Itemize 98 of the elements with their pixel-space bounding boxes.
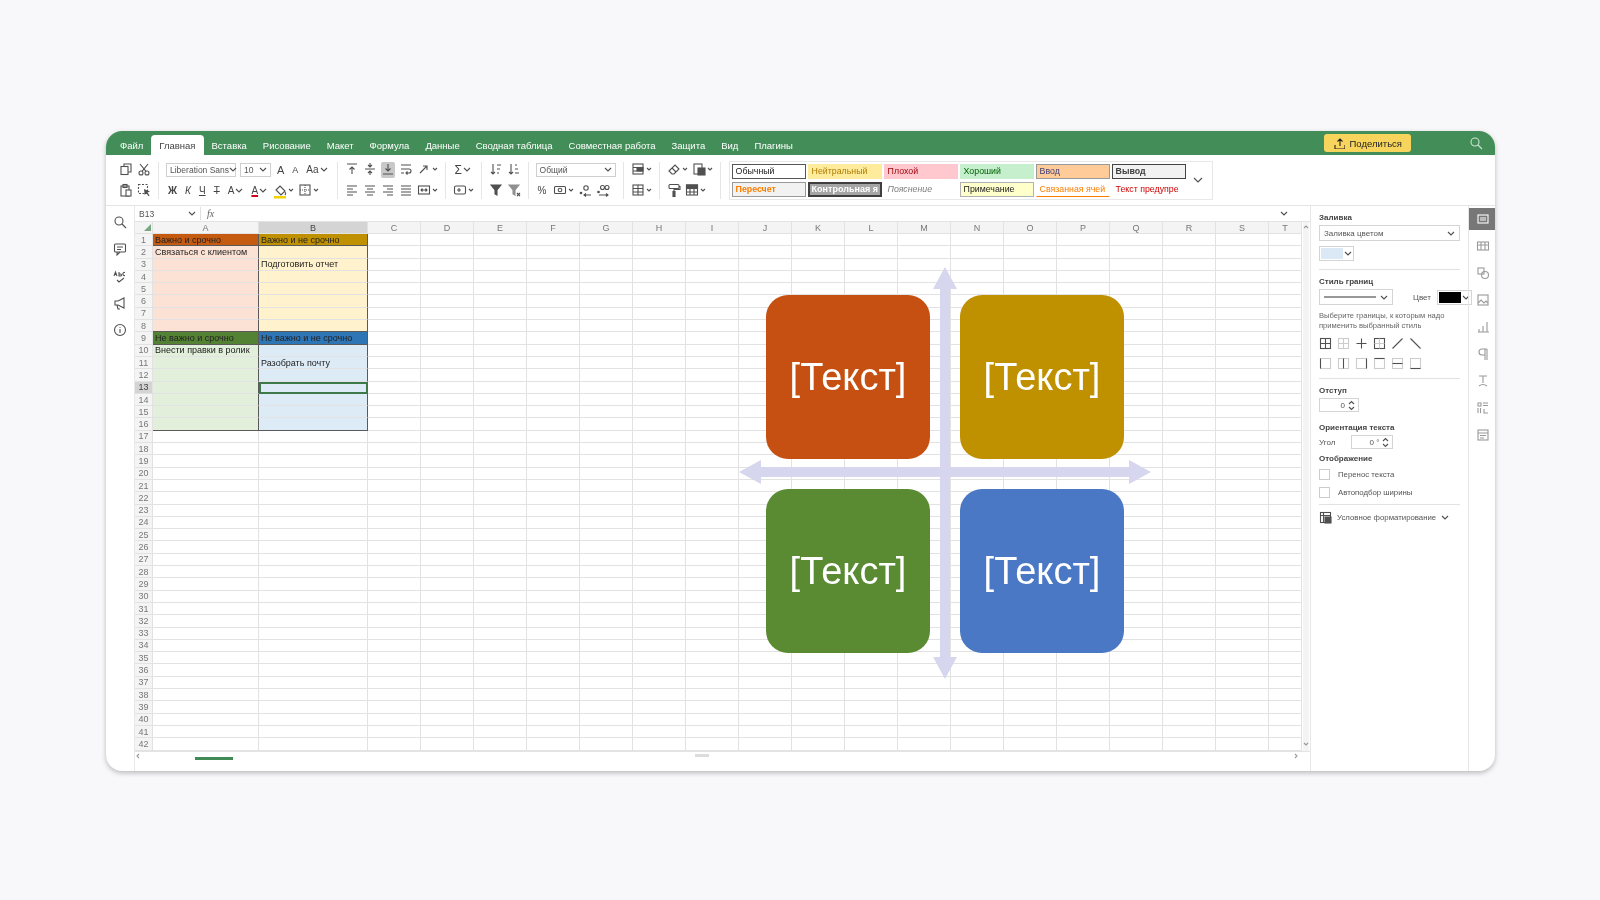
column-header[interactable]: C [368,222,421,234]
row-header[interactable]: 39 [135,701,153,714]
cell-style-option[interactable]: Вывод [1111,163,1186,179]
row-header[interactable]: 29 [135,578,153,591]
table-cell[interactable]: Не важно и срочно [153,332,259,345]
name-box[interactable]: B13 [135,207,201,220]
menu-tab[interactable]: Сводная таблица [467,135,561,155]
menu-tab[interactable]: Вставка [203,135,255,155]
row-header[interactable]: 2 [135,246,153,259]
column-header[interactable]: E [474,222,527,234]
menu-tab[interactable]: Совместная работа [560,135,664,155]
menu-tab[interactable]: Макет [318,135,362,155]
row-header[interactable]: 26 [135,541,153,554]
row-header[interactable]: 8 [135,320,153,333]
fill-type-dropdown[interactable]: Заливка цветом [1319,225,1460,241]
column-header[interactable]: R [1163,222,1216,234]
angle-label: Угол [1319,437,1336,447]
font-size-field[interactable]: 10 [240,162,271,177]
text-shape: [Текст] [960,295,1124,459]
column-header[interactable]: N [951,222,1004,234]
indent-field[interactable]: 0 [1319,398,1359,412]
row-header[interactable]: 1 [135,234,153,247]
column-header[interactable]: D [421,222,474,234]
column-header[interactable]: O [1004,222,1057,234]
share-button[interactable]: Поделиться [1323,134,1411,152]
color-label: Цвет [1413,292,1431,302]
section-title: Заливка [1319,213,1353,222]
menu-tab[interactable]: Файл [112,135,152,155]
section-title: Ориентация текста [1319,423,1396,432]
font-name-field[interactable]: Liberation Sans [166,162,236,177]
menu-tab[interactable]: Формула [361,135,418,155]
cell-style-option[interactable]: Пересчет [731,181,806,197]
shrink-font-button[interactable]: A [290,161,301,178]
column-header[interactable]: K [792,222,845,234]
column-header[interactable]: L [845,222,898,234]
text-shape: [Текст] [766,489,930,653]
number-format-field[interactable]: Общий [535,162,616,177]
function-label[interactable]: fx [207,208,215,219]
row-header[interactable]: 42 [135,738,153,751]
section-title: Стиль границ [1319,277,1375,286]
cell-style-option[interactable]: Обычный [731,163,806,179]
row-header[interactable]: 18 [135,443,153,456]
menu-tab[interactable]: Главная [151,135,204,155]
strikethrough-button[interactable]: Т [211,182,222,199]
sum-button[interactable]: Σ [452,161,473,178]
column-header[interactable]: Q [1110,222,1163,234]
column-header[interactable]: J [739,222,792,234]
menu-tab[interactable]: Защита [663,135,714,155]
cell-style-option[interactable]: Нейтральный [807,163,882,179]
cell-style-option[interactable]: Плохой [883,163,958,179]
table-cell[interactable]: Важно и срочно [153,234,259,247]
change-case-button[interactable]: Aa [304,161,330,178]
subscript-button[interactable]: A [225,182,246,199]
row-header[interactable]: 12 [135,369,153,382]
column-header[interactable]: P [1057,222,1110,234]
row-header[interactable]: 15 [135,406,153,419]
cell-style-option[interactable]: Хороший [959,163,1034,179]
row-header[interactable]: 22 [135,492,153,505]
column-header[interactable]: S [1216,222,1269,234]
menu-tab[interactable]: Рисование [254,135,319,155]
row-header[interactable]: 28 [135,566,153,579]
column-header[interactable]: M [898,222,951,234]
row-header[interactable]: 36 [135,664,153,677]
font-color-button[interactable]: A [249,182,270,199]
row-header[interactable]: 25 [135,529,153,542]
text-shape: [Текст] [766,295,930,459]
table-cell[interactable]: Не важно и не срочно [259,332,368,345]
percent-button[interactable]: % [535,182,549,199]
column-header[interactable]: B [259,222,368,234]
cell-style-option[interactable]: Примечание [959,181,1034,197]
section-title: Отображение [1319,454,1374,463]
text-shape: [Текст] [960,489,1124,653]
row-header[interactable]: 9 [135,332,153,345]
column-header[interactable]: A [153,222,259,234]
column-header[interactable]: T [1269,222,1302,234]
italic-button[interactable]: К [183,182,193,199]
row-header[interactable]: 19 [135,455,153,468]
menu-tab[interactable]: Плагины [746,135,801,155]
cell-style-option[interactable]: Ввод [1035,163,1110,179]
row-header[interactable]: 16 [135,418,153,431]
cell-style-option[interactable]: Контрольная я [807,181,882,197]
section-title: Отступ [1319,386,1348,395]
row-header[interactable]: 6 [135,295,153,308]
column-header[interactable]: F [527,222,580,234]
menu-tab[interactable]: Данные [417,135,468,155]
grow-font-button[interactable]: A [275,161,287,178]
table-cell[interactable]: Связаться с клиентом [153,246,259,259]
menu-tab[interactable]: Вид [713,135,747,155]
row-header[interactable]: 35 [135,652,153,665]
column-header[interactable]: G [580,222,633,234]
row-header[interactable]: 32 [135,615,153,628]
bold-button[interactable]: Ж [166,182,180,199]
angle-field[interactable]: 0 ° [1351,435,1394,449]
table-cell[interactable]: Важно и не срочно [259,234,368,247]
row-header[interactable]: 5 [135,283,153,296]
column-header[interactable]: I [686,222,739,234]
column-header[interactable]: H [633,222,686,234]
underline-button[interactable]: Ч [196,182,208,199]
